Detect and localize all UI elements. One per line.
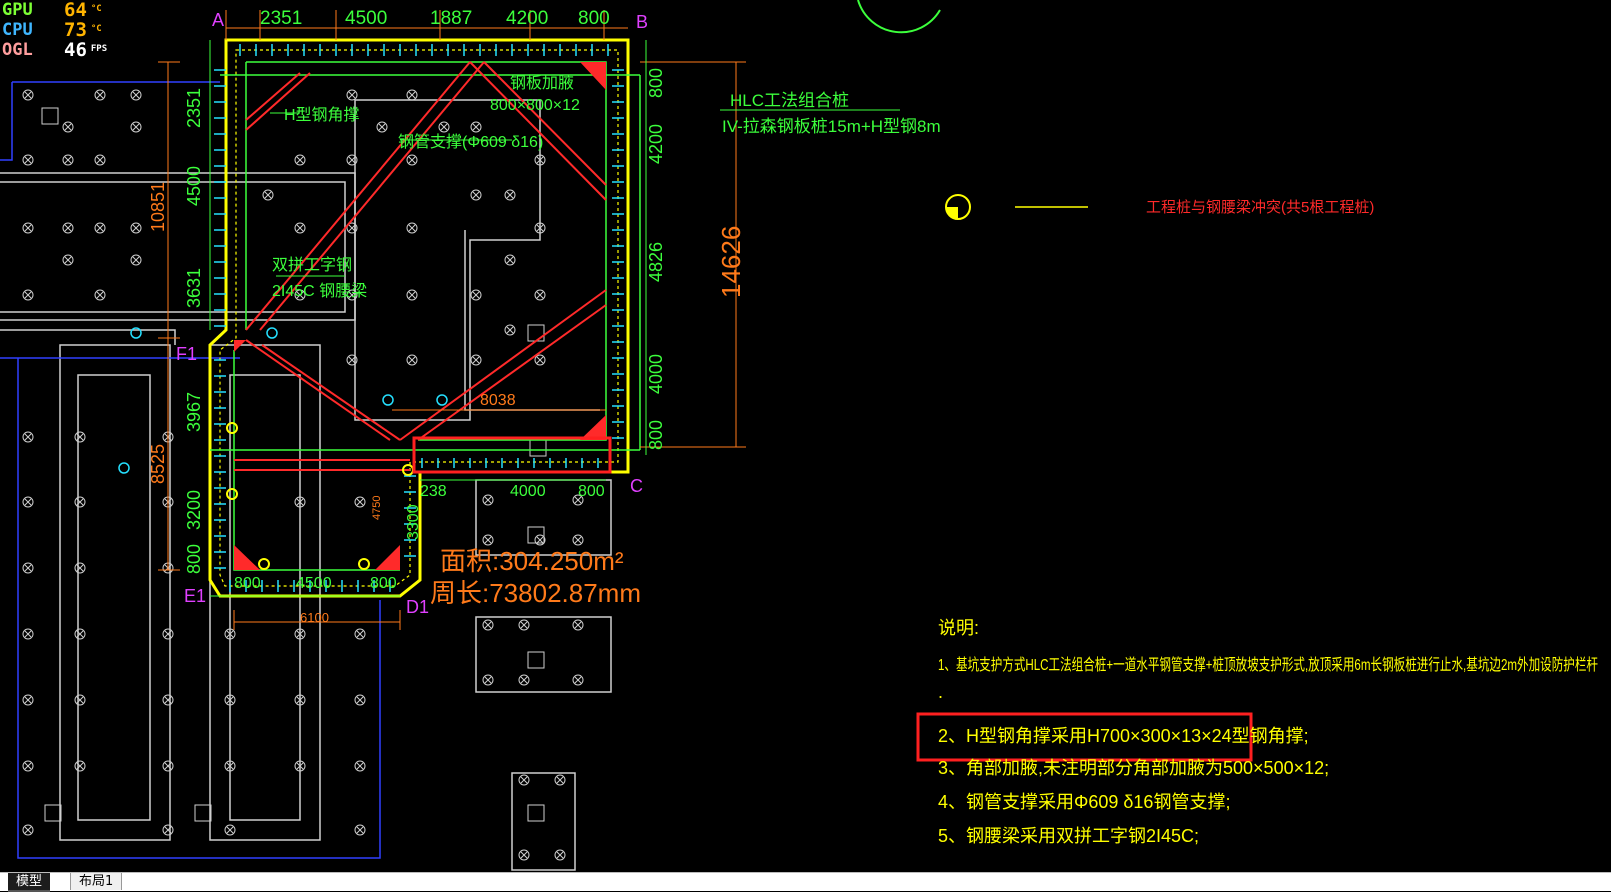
pile-cap — [527, 804, 545, 822]
left-dim-4: 3631 — [184, 268, 204, 308]
cad-drawing-canvas[interactable]: 2351 4500 1887 4200 800 A B C D1 E1 F1 2… — [0, 0, 1611, 872]
top-dim-2: 4500 — [345, 8, 387, 29]
left-dim-5: 3967 — [184, 392, 204, 432]
pile-cap — [529, 439, 547, 457]
corner-label-c: C — [630, 476, 643, 496]
pile-cap — [44, 804, 62, 822]
circle-arc-top — [857, 0, 941, 34]
hud-ogl-label: OGL — [2, 40, 33, 60]
pile-markers — [22, 89, 584, 861]
hud-gpu-label: GPU — [2, 0, 33, 20]
note-4: 4、钢管支撑采用Φ609 δ16钢管支撑; — [938, 792, 1230, 812]
inner-dim-800-r: 800 — [578, 483, 605, 500]
pile-cap — [194, 804, 212, 822]
hud-cpu-row: CPU 73 °C — [2, 20, 107, 40]
pile-cap — [41, 107, 59, 125]
inner-dim-800-b2: 800 — [370, 575, 397, 592]
inner-dim-4000: 4000 — [510, 483, 546, 500]
left-dim-6: 8525 — [148, 444, 168, 484]
corner-label-d1: D1 — [406, 597, 429, 617]
corner-label-a: A — [212, 10, 224, 30]
label-double-i-1: 双拼工字钢 — [272, 256, 352, 274]
inner-dim-3300: 3300 — [405, 504, 422, 540]
inner-dim-4750: 4750 — [371, 496, 383, 520]
right-dim-5: 4000 — [646, 354, 666, 394]
right-dim-6: 800 — [646, 420, 666, 450]
right-dim-2: 4200 — [646, 124, 666, 164]
label-pipe-brace: 钢管支撑(Φ609 δ16) — [398, 133, 543, 151]
highlight-box-waling — [412, 436, 612, 474]
inner-dim-8038: 8038 — [480, 392, 516, 409]
label-plate-2: 800×800×12 — [490, 97, 580, 114]
corner-label-f1: F1 — [176, 344, 197, 364]
corner-label-e1: E1 — [184, 586, 206, 606]
corner-label-b: B — [636, 12, 648, 32]
legend-symbol — [945, 194, 1088, 220]
inner-dim-4500-b: 4500 — [296, 575, 332, 592]
left-dim-3: 10851 — [148, 182, 168, 232]
hud-ogl-unit: FPS — [90, 44, 108, 54]
label-h-brace: H型钢角撑 — [284, 106, 360, 124]
hud-gpu-unit: °C — [90, 4, 102, 14]
note-1: 1、基坑支护方式HLC工法组合桩+一道水平钢管支撑+桩顶放坡支护形式,放顶采用6… — [938, 656, 1598, 674]
top-dim-5: 800 — [578, 8, 610, 29]
top-dim-1: 2351 — [260, 8, 302, 29]
note-2: 2、H型钢角撑采用H700×300×13×24型钢角撑; — [938, 726, 1309, 746]
note-dot: . — [938, 682, 943, 702]
performance-hud: GPU 64 °C CPU 73 °C OGL 46 FPS — [2, 0, 107, 60]
tab-model[interactable]: 模型 — [8, 873, 51, 892]
perimeter-readout: 周长:73802.87mm — [430, 578, 641, 608]
hud-ogl-row: OGL 46 FPS — [2, 40, 107, 60]
left-dim-7: 3200 — [184, 490, 204, 530]
label-double-i-2: 2I45C 钢腰梁 — [272, 282, 367, 300]
note-5: 5、钢腰梁采用双拼工字钢2I45C; — [938, 826, 1199, 846]
hud-gpu-value: 64 — [64, 0, 87, 21]
hud-gpu-row: GPU 64 °C — [2, 0, 107, 20]
label-hlc-2: IV-拉森钢板桩15m+H型钢8m — [722, 117, 941, 136]
left-dim-1: 2351 — [184, 88, 204, 128]
notes-title: 说明: — [938, 618, 979, 638]
legend-text: 工程桩与钢腰梁冲突(共5根工程桩) — [1146, 199, 1374, 216]
pile-cap — [527, 324, 545, 342]
label-plate-1: 钢板加腋 — [510, 74, 574, 92]
area-readout: 面积:304.250m² — [440, 546, 624, 576]
right-dim-3: 4826 — [646, 242, 666, 282]
right-dim-1: 800 — [646, 68, 666, 98]
left-dim-2: 4500 — [184, 166, 204, 206]
tab-layout1[interactable]: 布局1 — [70, 873, 123, 890]
pile-cap — [527, 651, 545, 669]
top-dim-3: 1887 — [430, 8, 472, 29]
hud-cpu-label: CPU — [2, 20, 33, 40]
hud-ogl-value: 46 — [64, 39, 87, 61]
note-3: 3、角部加腋,未注明部分角部加腋为500×500×12; — [938, 758, 1329, 778]
hud-cpu-value: 73 — [64, 19, 87, 41]
inner-dim-6100: 6100 — [300, 610, 329, 625]
layout-tab-bar: 模型 布局1 — [0, 872, 1611, 892]
top-dim-4: 4200 — [506, 8, 548, 29]
inner-dim-800-b1: 800 — [234, 575, 261, 592]
label-hlc-1: HLC工法组合桩 — [730, 91, 849, 110]
left-dim-8: 800 — [184, 544, 204, 574]
inner-dim-238: 238 — [420, 483, 447, 500]
hud-cpu-unit: °C — [90, 24, 102, 34]
right-dim-4: 14626 — [716, 226, 746, 298]
